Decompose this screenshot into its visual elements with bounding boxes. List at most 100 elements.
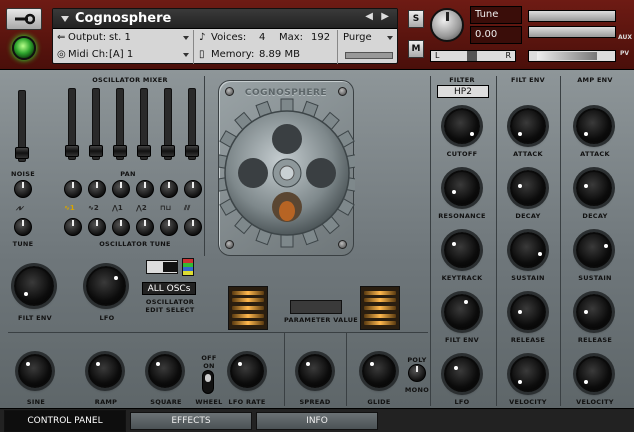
lfo-sine-knob[interactable] (18, 354, 52, 388)
filter-filt-env-label: FILT ENV (445, 336, 479, 344)
osc5-level-slider[interactable] (161, 88, 175, 160)
osc3-level-slider[interactable] (113, 88, 127, 160)
wheel-toggle[interactable] (202, 370, 214, 394)
filt-env-release-label: RELEASE (510, 336, 546, 344)
max-label: Max: (279, 32, 304, 43)
lfo-square-knob[interactable] (148, 354, 182, 388)
filt-env-velocity-label: VELOCITY (509, 398, 547, 406)
osc5-tune-knob[interactable] (160, 218, 178, 236)
osc6-pan-knob[interactable] (184, 180, 202, 198)
pv-label[interactable]: PV (620, 50, 629, 57)
glide-knob[interactable] (362, 354, 396, 388)
midi-channel-select[interactable]: [A] 1 (109, 47, 185, 63)
max-voices-value[interactable]: 192 (311, 30, 330, 46)
lfo-rate-knob[interactable] (230, 354, 264, 388)
keytrack-label: KEYTRACK (441, 274, 483, 282)
osc3-tune-knob[interactable] (112, 218, 130, 236)
osc3-pan-knob[interactable] (112, 180, 130, 198)
poly-label: POLY (407, 356, 427, 364)
tab-control-panel[interactable]: CONTROL PANEL (4, 410, 126, 432)
filter-env-amount-knob[interactable] (444, 294, 480, 330)
midi-channel-label: Midi Ch: (68, 49, 109, 60)
osc5-pan-knob[interactable] (160, 180, 178, 198)
lfo-depth-knob[interactable] (86, 266, 126, 306)
tune-label: TUNE (12, 240, 34, 248)
mute-button[interactable]: M (408, 40, 424, 58)
volume-slider[interactable] (528, 50, 616, 62)
level-meter-left (528, 10, 616, 22)
osc1-level-slider[interactable] (65, 88, 79, 160)
osc6-level-slider[interactable] (185, 88, 199, 160)
noise-tune-knob[interactable] (14, 218, 32, 236)
output-dropdown-icon[interactable] (183, 36, 189, 40)
filt-env-velocity-knob[interactable] (510, 356, 546, 392)
filt-env-attack-knob[interactable] (510, 108, 546, 144)
solo-button[interactable]: S (408, 10, 424, 28)
oscillator-edit-switch[interactable] (146, 260, 178, 274)
all-oscs-selector[interactable]: ALL OSCs (142, 282, 196, 295)
pan-slider[interactable]: L R (430, 50, 516, 62)
output-label: Output: (68, 32, 107, 43)
pan-right-label: R (505, 51, 511, 60)
osc6-wave-icon[interactable]: ⫽⫽ (184, 204, 190, 213)
lfo-rate-label: LFO RATE (228, 398, 266, 406)
poly-mono-switch[interactable] (408, 364, 426, 382)
filt-env-release-knob[interactable] (510, 294, 546, 330)
noise-level-slider[interactable] (15, 90, 29, 162)
glide-label: GLIDE (367, 398, 391, 406)
mono-label: MONO (404, 386, 430, 394)
oscillator-color-selector[interactable] (182, 258, 194, 276)
osc1-pan-knob[interactable] (64, 180, 82, 198)
filter-cutoff-knob[interactable] (444, 108, 480, 144)
purge-dropdown-icon[interactable] (387, 36, 393, 40)
filter-resonance-knob[interactable] (444, 170, 480, 206)
tab-effects[interactable]: EFFECTS (130, 412, 252, 430)
noise-pan-knob[interactable] (14, 180, 32, 198)
osc4-level-slider[interactable] (137, 88, 151, 160)
instrument-menu-icon[interactable] (61, 16, 69, 22)
osc1-wave-icon[interactable]: ∿1 (64, 204, 75, 212)
output-select[interactable]: st. 1 (109, 30, 185, 46)
amp-env-sustain-knob[interactable] (576, 232, 612, 268)
voices-icon: ♪ (199, 32, 206, 43)
osc3-wave-icon[interactable]: ⋀1 (112, 204, 123, 212)
filt-env-decay-knob[interactable] (510, 170, 546, 206)
osc4-wave-icon[interactable]: ⋀2 (136, 204, 147, 212)
tune-value[interactable]: 0.00 (470, 26, 522, 44)
filter-type-display[interactable]: HP2 (437, 85, 489, 98)
midi-dropdown-icon[interactable] (183, 53, 189, 57)
pan-handle[interactable] (467, 51, 477, 61)
purge-menu[interactable]: Purge (343, 30, 372, 46)
osc6-tune-knob[interactable] (184, 218, 202, 236)
tab-info[interactable]: INFO (256, 412, 378, 430)
spread-knob[interactable] (298, 354, 332, 388)
power-led-icon[interactable] (12, 36, 36, 60)
osc1-tune-knob[interactable] (64, 218, 82, 236)
prev-instrument-icon[interactable]: ◀ (365, 11, 373, 22)
amp-env-attack-knob[interactable] (576, 108, 612, 144)
filt-env-decay-label: DECAY (515, 212, 541, 220)
osc5-wave-icon[interactable]: ⊓⊔ (160, 204, 171, 212)
amp-env-velocity-knob[interactable] (576, 356, 612, 392)
osc2-pan-knob[interactable] (88, 180, 106, 198)
osc2-level-slider[interactable] (89, 88, 103, 160)
filter-lfo-amount-knob[interactable] (444, 356, 480, 392)
wrench-button[interactable] (6, 8, 42, 30)
osc4-pan-knob[interactable] (136, 180, 154, 198)
cognosphere-gear-icon[interactable] (219, 81, 355, 257)
amp-env-decay-knob[interactable] (576, 170, 612, 206)
lfo-ramp-knob[interactable] (88, 354, 122, 388)
tune-knob[interactable] (430, 8, 464, 42)
filt-env-attack-label: ATTACK (513, 150, 543, 158)
oscillator-edit-select-label: OSCILLATOR EDIT SELECT (145, 298, 195, 314)
filter-keytrack-knob[interactable] (444, 232, 480, 268)
next-instrument-icon[interactable]: ▶ (381, 11, 389, 22)
osc2-tune-knob[interactable] (88, 218, 106, 236)
filt-env-sustain-knob[interactable] (510, 232, 546, 268)
osc2-wave-icon[interactable]: ∿2 (88, 204, 99, 212)
filt-env-depth-knob[interactable] (14, 266, 54, 306)
aux-label[interactable]: AUX (618, 34, 632, 41)
osc4-tune-knob[interactable] (136, 218, 154, 236)
voices-label: Voices: (211, 32, 247, 43)
amp-env-release-knob[interactable] (576, 294, 612, 330)
